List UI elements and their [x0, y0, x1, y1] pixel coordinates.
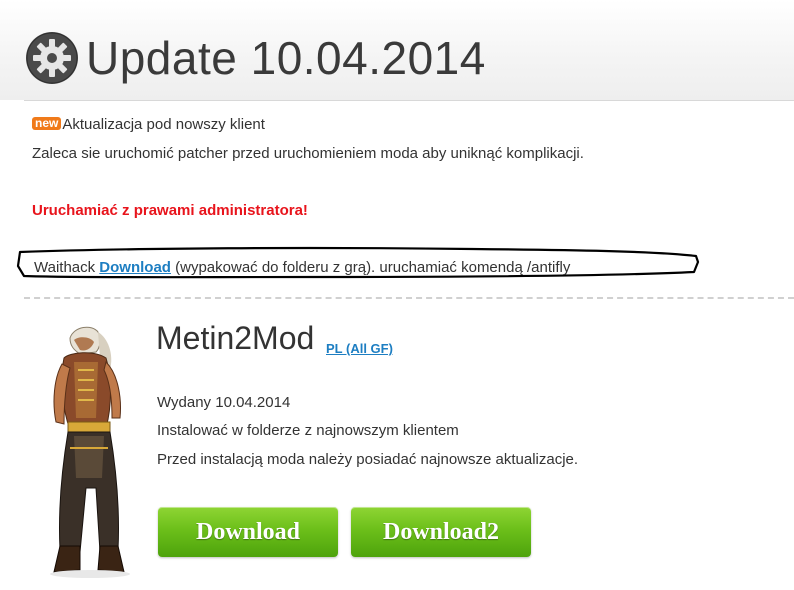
section-divider: [24, 297, 794, 299]
note-line-1: new Aktualizacja pod nowszy klient: [32, 116, 265, 133]
admin-warning: Uruchamiać z prawami administratora!: [32, 202, 308, 219]
waithack-download-link[interactable]: Download: [99, 259, 171, 276]
install-note: Instalować w folderze z najnowszym klien…: [157, 422, 459, 439]
download2-button[interactable]: Download2: [351, 507, 531, 557]
waithack-prefix: Waithack: [34, 259, 100, 276]
note-line-2: Zaleca sie uruchomić patcher przed uruch…: [32, 145, 584, 162]
download-button[interactable]: Download: [158, 507, 338, 557]
header-divider: [24, 100, 794, 101]
new-badge: new: [32, 117, 62, 130]
character-figure-image: [40, 318, 140, 580]
waithack-line: Waithack Download (wypakować do folderu …: [34, 259, 570, 276]
product-variant-link[interactable]: PL (All GF): [326, 341, 393, 356]
update-note: Przed instalacją moda należy posiadać na…: [157, 451, 579, 468]
note-line-1-text: Aktualizacja pod nowszy klient: [62, 116, 265, 133]
release-date: Wydany 10.04.2014: [157, 394, 291, 411]
product-name: Metin2Mod: [156, 320, 315, 356]
gear-icon: [24, 30, 80, 86]
waithack-suffix: (wypakować do folderu z grą). uruchamiać…: [170, 259, 571, 276]
page-header: Update 10.04.2014: [24, 28, 486, 88]
page-title: Update 10.04.2014: [86, 32, 486, 84]
